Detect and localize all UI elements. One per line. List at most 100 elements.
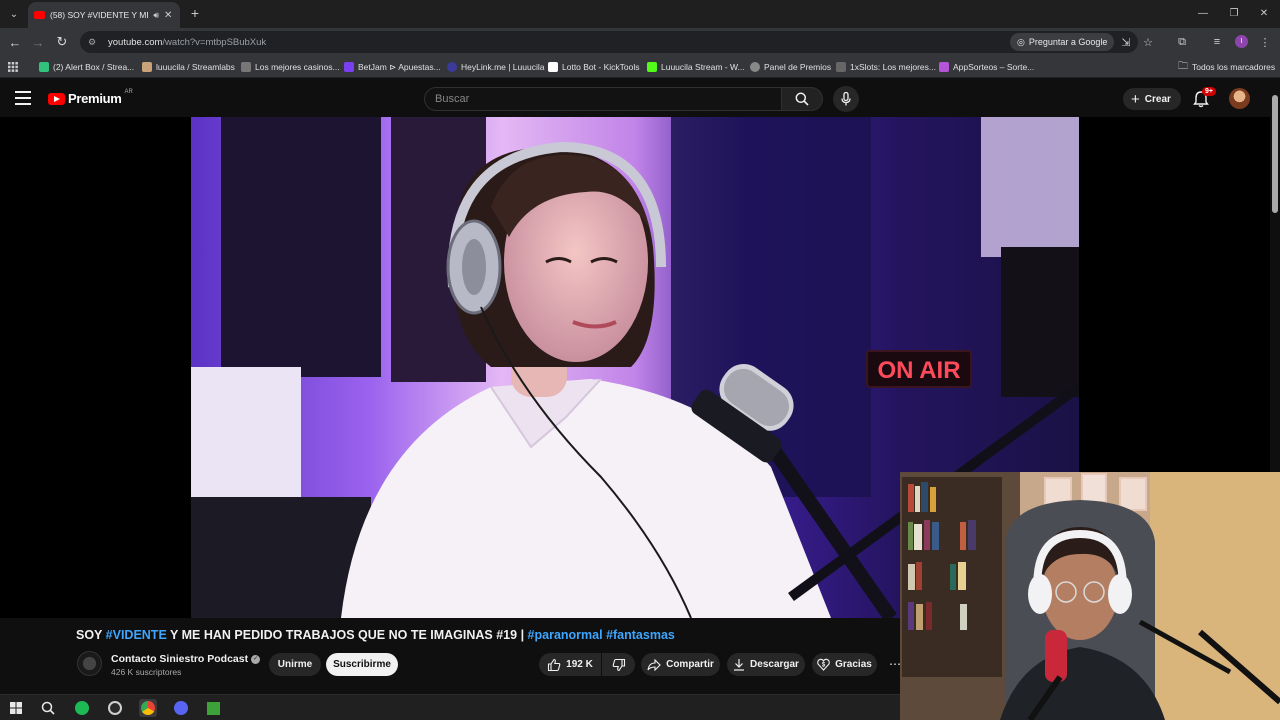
search-placeholder: Buscar <box>435 93 470 105</box>
media-controls-icon[interactable]: ≡ <box>1209 34 1225 50</box>
minimize-window-button[interactable]: — <box>1191 4 1215 22</box>
bookmark-item[interactable]: Luuucila Stream - W... <box>647 60 745 74</box>
bookmark-label: 1xSlots: Los mejores... <box>850 62 936 72</box>
channel-name-text[interactable]: Contacto Siniestro Podcast <box>111 653 248 665</box>
bookmark-item[interactable]: 1xSlots: Los mejores... <box>836 60 936 74</box>
bookmark-favicon-icon <box>836 62 846 72</box>
ask-google-button[interactable]: ◎ Preguntar a Google <box>1010 33 1115 51</box>
share-button[interactable]: Compartir <box>641 653 720 676</box>
bookmark-item[interactable]: (2) Alert Box / Strea... <box>39 60 134 74</box>
new-tab-button[interactable]: + <box>186 4 204 22</box>
apps-grid-icon[interactable] <box>8 60 18 74</box>
download-button[interactable]: Descargar <box>727 653 805 676</box>
like-button[interactable]: 192 K <box>539 653 601 676</box>
bookmark-star-icon[interactable]: ☆ <box>1140 34 1156 50</box>
ask-google-label: Preguntar a Google <box>1028 37 1108 47</box>
url-path: /watch?v=mtbpSBubXuk <box>162 36 267 48</box>
channel-name[interactable]: Contacto Siniestro Podcast ✓ <box>111 653 261 665</box>
bookmark-label: AppSorteos – Sorte... <box>953 62 1035 72</box>
verified-check-icon: ✓ <box>251 654 261 664</box>
profile-avatar[interactable]: I <box>1235 35 1248 48</box>
bookmark-item[interactable]: AppSorteos – Sorte... <box>939 60 1034 74</box>
all-bookmarks-folder[interactable]: 🗀 Todos los marcadores <box>1178 60 1275 74</box>
bookmark-favicon-icon <box>344 62 354 72</box>
title-text: SOY <box>76 628 106 642</box>
restore-window-button[interactable]: ❐ <box>1222 4 1246 22</box>
back-button[interactable]: ← <box>6 33 24 51</box>
taskbar-search-icon[interactable] <box>39 699 57 717</box>
bookmark-favicon-icon <box>447 62 457 72</box>
bookmark-item[interactable]: BetJam ⊳ Apuestas... <box>344 60 441 74</box>
bookmark-item[interactable]: luuucila / Streamlabs <box>142 60 235 74</box>
webcam-scene <box>900 472 1280 720</box>
extensions-icon[interactable]: ⧉ <box>1174 34 1190 50</box>
microphone-icon <box>841 92 851 106</box>
youtube-premium-logo[interactable]: Premium AR <box>48 88 133 106</box>
create-button[interactable]: + Crear <box>1123 88 1181 110</box>
spotify-icon[interactable] <box>73 699 91 717</box>
youtube-header: Premium AR Buscar + Crear 9+ <box>0 79 1270 117</box>
bookmark-label: luuucila / Streamlabs <box>156 62 235 72</box>
bookmark-favicon-icon <box>939 62 949 72</box>
menu-icon[interactable] <box>15 91 31 105</box>
country-code: AR <box>124 88 133 95</box>
tab-search-chevron-icon[interactable]: ⌄ <box>4 4 24 24</box>
close-tab-icon[interactable]: ✕ <box>164 10 174 21</box>
obs-app-icon[interactable] <box>106 699 124 717</box>
site-info-icon[interactable]: ⚙ <box>88 37 100 48</box>
join-label: Unirme <box>277 659 313 670</box>
thanks-button[interactable]: $ Gracias <box>812 653 877 676</box>
windows-taskbar <box>0 694 900 720</box>
share-icon <box>647 658 661 671</box>
bookmark-item[interactable]: Lotto Bot - KickTools <box>548 60 639 74</box>
search-button[interactable] <box>781 87 823 111</box>
install-app-icon[interactable]: ⇲ <box>1118 34 1134 50</box>
voice-search-button[interactable] <box>833 86 859 112</box>
browser-tab-strip: ⌄ (58) SOY #VIDENTE Y ME HAN PEDIDO TRAB… <box>0 0 1280 28</box>
browser-toolbar: ← → ↻ ⚙ youtube.com/watch?v=mtbpSBubXuk … <box>0 28 1280 56</box>
webcam-overlay <box>900 472 1280 720</box>
bookmark-label: Panel de Premios <box>764 62 832 72</box>
chrome-taskbar-icon[interactable] <box>139 699 157 717</box>
logo-text: Premium <box>68 91 122 106</box>
hashtag-link[interactable]: #fantasmas <box>606 628 675 642</box>
bookmark-favicon-icon <box>548 62 558 72</box>
create-label: Crear <box>1144 93 1171 105</box>
bookmark-favicon-icon <box>750 62 760 72</box>
super-thanks-icon: $ <box>817 658 830 671</box>
reload-button[interactable]: ↻ <box>53 33 71 51</box>
channel-avatar[interactable] <box>77 651 102 676</box>
audio-playing-icon[interactable]: 🔊︎ <box>153 10 159 21</box>
all-bookmarks-label: Todos los marcadores <box>1192 62 1276 72</box>
discord-icon[interactable] <box>172 699 190 717</box>
bookmarks-bar: (2) Alert Box / Strea... luuucila / Stre… <box>0 56 1280 78</box>
bookmark-label: BetJam ⊳ Apuestas... <box>358 61 441 72</box>
minecraft-icon[interactable] <box>204 699 222 717</box>
browser-tab-active[interactable]: (58) SOY #VIDENTE Y ME HAN PEDIDO TRABAJ… <box>28 2 180 28</box>
bookmark-favicon-icon <box>142 62 152 72</box>
thumbs-down-icon <box>612 658 625 671</box>
hashtag-link[interactable]: #VIDENTE <box>106 628 167 642</box>
forward-button[interactable]: → <box>29 33 47 51</box>
title-text: Y ME HAN PEDIDO TRABAJOS QUE NO TE IMAGI… <box>166 628 528 642</box>
scrollbar-thumb[interactable] <box>1272 95 1278 213</box>
download-icon <box>734 659 745 671</box>
dislike-button[interactable] <box>602 653 635 676</box>
bookmark-label: Luuucila Stream - W... <box>661 62 745 72</box>
search-input[interactable]: Buscar <box>424 87 782 111</box>
bookmark-label: Lotto Bot - KickTools <box>562 62 640 72</box>
close-window-button[interactable]: ✕ <box>1252 4 1276 22</box>
bookmark-item[interactable]: Panel de Premios <box>750 60 831 74</box>
chrome-menu-icon[interactable]: ⋮ <box>1257 34 1273 50</box>
join-button[interactable]: Unirme <box>269 653 321 676</box>
bookmark-item[interactable]: HeyLink.me | Luuucila <box>447 60 544 74</box>
windows-start-icon[interactable] <box>7 699 25 717</box>
address-bar[interactable]: ⚙ youtube.com/watch?v=mtbpSBubXuk <box>80 31 1138 53</box>
bookmark-item[interactable]: Los mejores casinos... <box>241 60 340 74</box>
plus-icon: + <box>1131 90 1140 108</box>
bookmark-label: (2) Alert Box / Strea... <box>53 62 135 72</box>
bookmark-label: HeyLink.me | Luuucila <box>461 62 545 72</box>
account-avatar[interactable] <box>1229 88 1250 109</box>
hashtag-link[interactable]: #paranormal <box>528 628 603 642</box>
subscribe-button[interactable]: Suscribirme <box>326 653 398 676</box>
